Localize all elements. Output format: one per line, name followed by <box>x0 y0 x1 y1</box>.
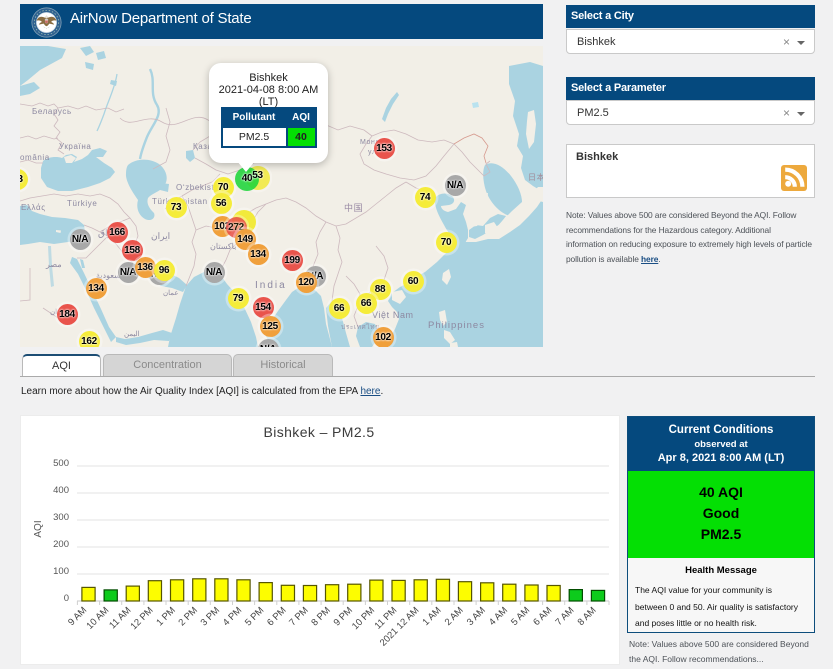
svg-text:omânia: omânia <box>20 153 50 162</box>
svg-text:7 PM: 7 PM <box>287 605 311 629</box>
svg-text:12 PM: 12 PM <box>128 605 155 632</box>
svg-text:0: 0 <box>64 593 69 604</box>
svg-text:AQI: AQI <box>33 520 44 537</box>
svg-text:100: 100 <box>53 566 69 577</box>
svg-text:Việt Nam: Việt Nam <box>372 310 414 320</box>
svg-text:500: 500 <box>53 458 69 469</box>
svg-text:1 AM: 1 AM <box>421 605 444 628</box>
svg-text:4 AM: 4 AM <box>487 605 510 628</box>
svg-text:8 PM: 8 PM <box>309 605 333 629</box>
svg-text:4 PM: 4 PM <box>221 605 245 629</box>
svg-text:中国: 中国 <box>344 202 363 213</box>
svg-text:200: 200 <box>53 539 69 550</box>
svg-text:Україна: Україна <box>59 142 91 151</box>
svg-text:Philippines: Philippines <box>428 320 485 331</box>
svg-text:6 AM: 6 AM <box>531 605 554 628</box>
svg-text:Türkiye: Türkiye <box>67 199 97 208</box>
svg-text:10 PM: 10 PM <box>350 605 377 632</box>
svg-text:8 AM: 8 AM <box>576 605 599 628</box>
svg-text:10 AM: 10 AM <box>85 605 112 632</box>
svg-text:Ελλάς: Ελλάς <box>21 203 46 212</box>
svg-text:Беларусь: Беларусь <box>32 107 72 116</box>
svg-text:2 PM: 2 PM <box>176 605 200 629</box>
svg-text:عمان: عمان <box>163 289 179 297</box>
svg-text:باكستان: باكستان <box>210 242 236 251</box>
svg-text:6 PM: 6 PM <box>265 605 289 629</box>
svg-text:5 PM: 5 PM <box>243 605 267 629</box>
svg-text:Bishkek – PM2.5: Bishkek – PM2.5 <box>263 424 374 440</box>
svg-text:مصر: مصر <box>45 260 62 269</box>
svg-text:India: India <box>255 280 287 291</box>
svg-text:1 PM: 1 PM <box>154 605 178 629</box>
svg-text:300: 300 <box>53 512 69 523</box>
svg-text:2 AM: 2 AM <box>443 605 466 628</box>
svg-text:日本: 日本 <box>528 172 543 182</box>
svg-text:7 AM: 7 AM <box>553 605 576 628</box>
svg-text:ประเทศไทย: ประเทศไทย <box>341 323 380 331</box>
svg-text:3 AM: 3 AM <box>465 605 488 628</box>
svg-text:اليمن: اليمن <box>124 330 140 338</box>
svg-text:5 AM: 5 AM <box>509 605 532 628</box>
svg-text:3 PM: 3 PM <box>199 605 223 629</box>
svg-text:400: 400 <box>53 485 69 496</box>
svg-text:11 AM: 11 AM <box>107 605 133 631</box>
svg-text:ايران: ايران <box>151 231 170 242</box>
